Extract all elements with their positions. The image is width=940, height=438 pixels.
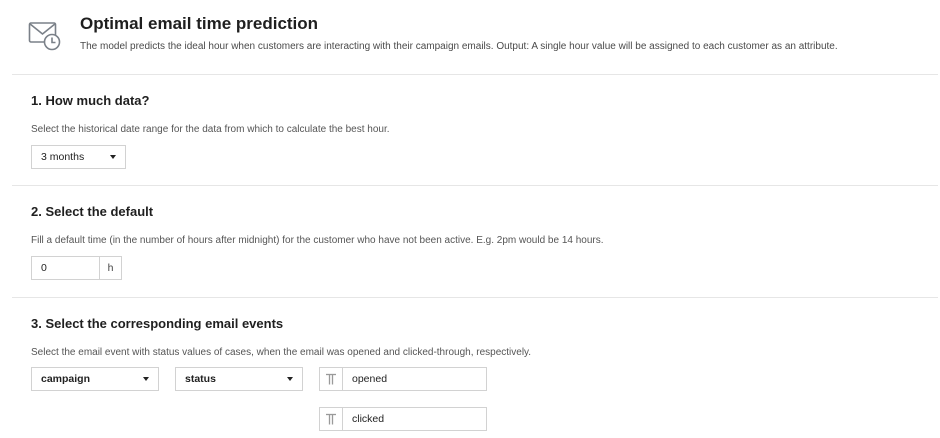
hour-unit-label: h (100, 256, 122, 280)
section-description-email-events: Select the email event with status value… (31, 347, 532, 358)
date-range-select[interactable]: 3 months (31, 145, 126, 169)
opened-value-text: opened (352, 373, 388, 385)
default-hour-input[interactable]: 0 (31, 256, 100, 280)
clicked-value-input[interactable]: clicked (319, 407, 487, 431)
email-event-select[interactable]: campaign (31, 367, 159, 391)
text-type-icon (320, 368, 343, 390)
date-range-select-value: 3 months (41, 151, 85, 163)
section-description-data-range: Select the historical date range for the… (31, 124, 390, 135)
email-event-select-value: campaign (41, 373, 91, 385)
section-title-default: 2. Select the default (31, 204, 154, 219)
clicked-value-text: clicked (352, 413, 385, 425)
section-divider (12, 297, 938, 298)
page-title: Optimal email time prediction (80, 14, 319, 33)
status-property-select-value: status (185, 373, 216, 385)
text-type-icon (320, 408, 343, 430)
page-header: Optimal email time prediction The model … (0, 0, 940, 74)
section-divider (12, 74, 938, 75)
section-title-data-range: 1. How much data? (31, 93, 150, 108)
caret-down-icon (287, 377, 293, 381)
page-description: The model predicts the ideal hour when c… (80, 41, 838, 52)
section-title-email-events: 3. Select the corresponding email events (31, 316, 284, 331)
section-description-default: Fill a default time (in the number of ho… (31, 235, 604, 246)
email-clock-icon (28, 22, 61, 51)
caret-down-icon (110, 155, 116, 159)
section-divider (12, 185, 938, 186)
caret-down-icon (143, 377, 149, 381)
opened-value-input[interactable]: opened (319, 367, 487, 391)
status-property-select[interactable]: status (175, 367, 303, 391)
